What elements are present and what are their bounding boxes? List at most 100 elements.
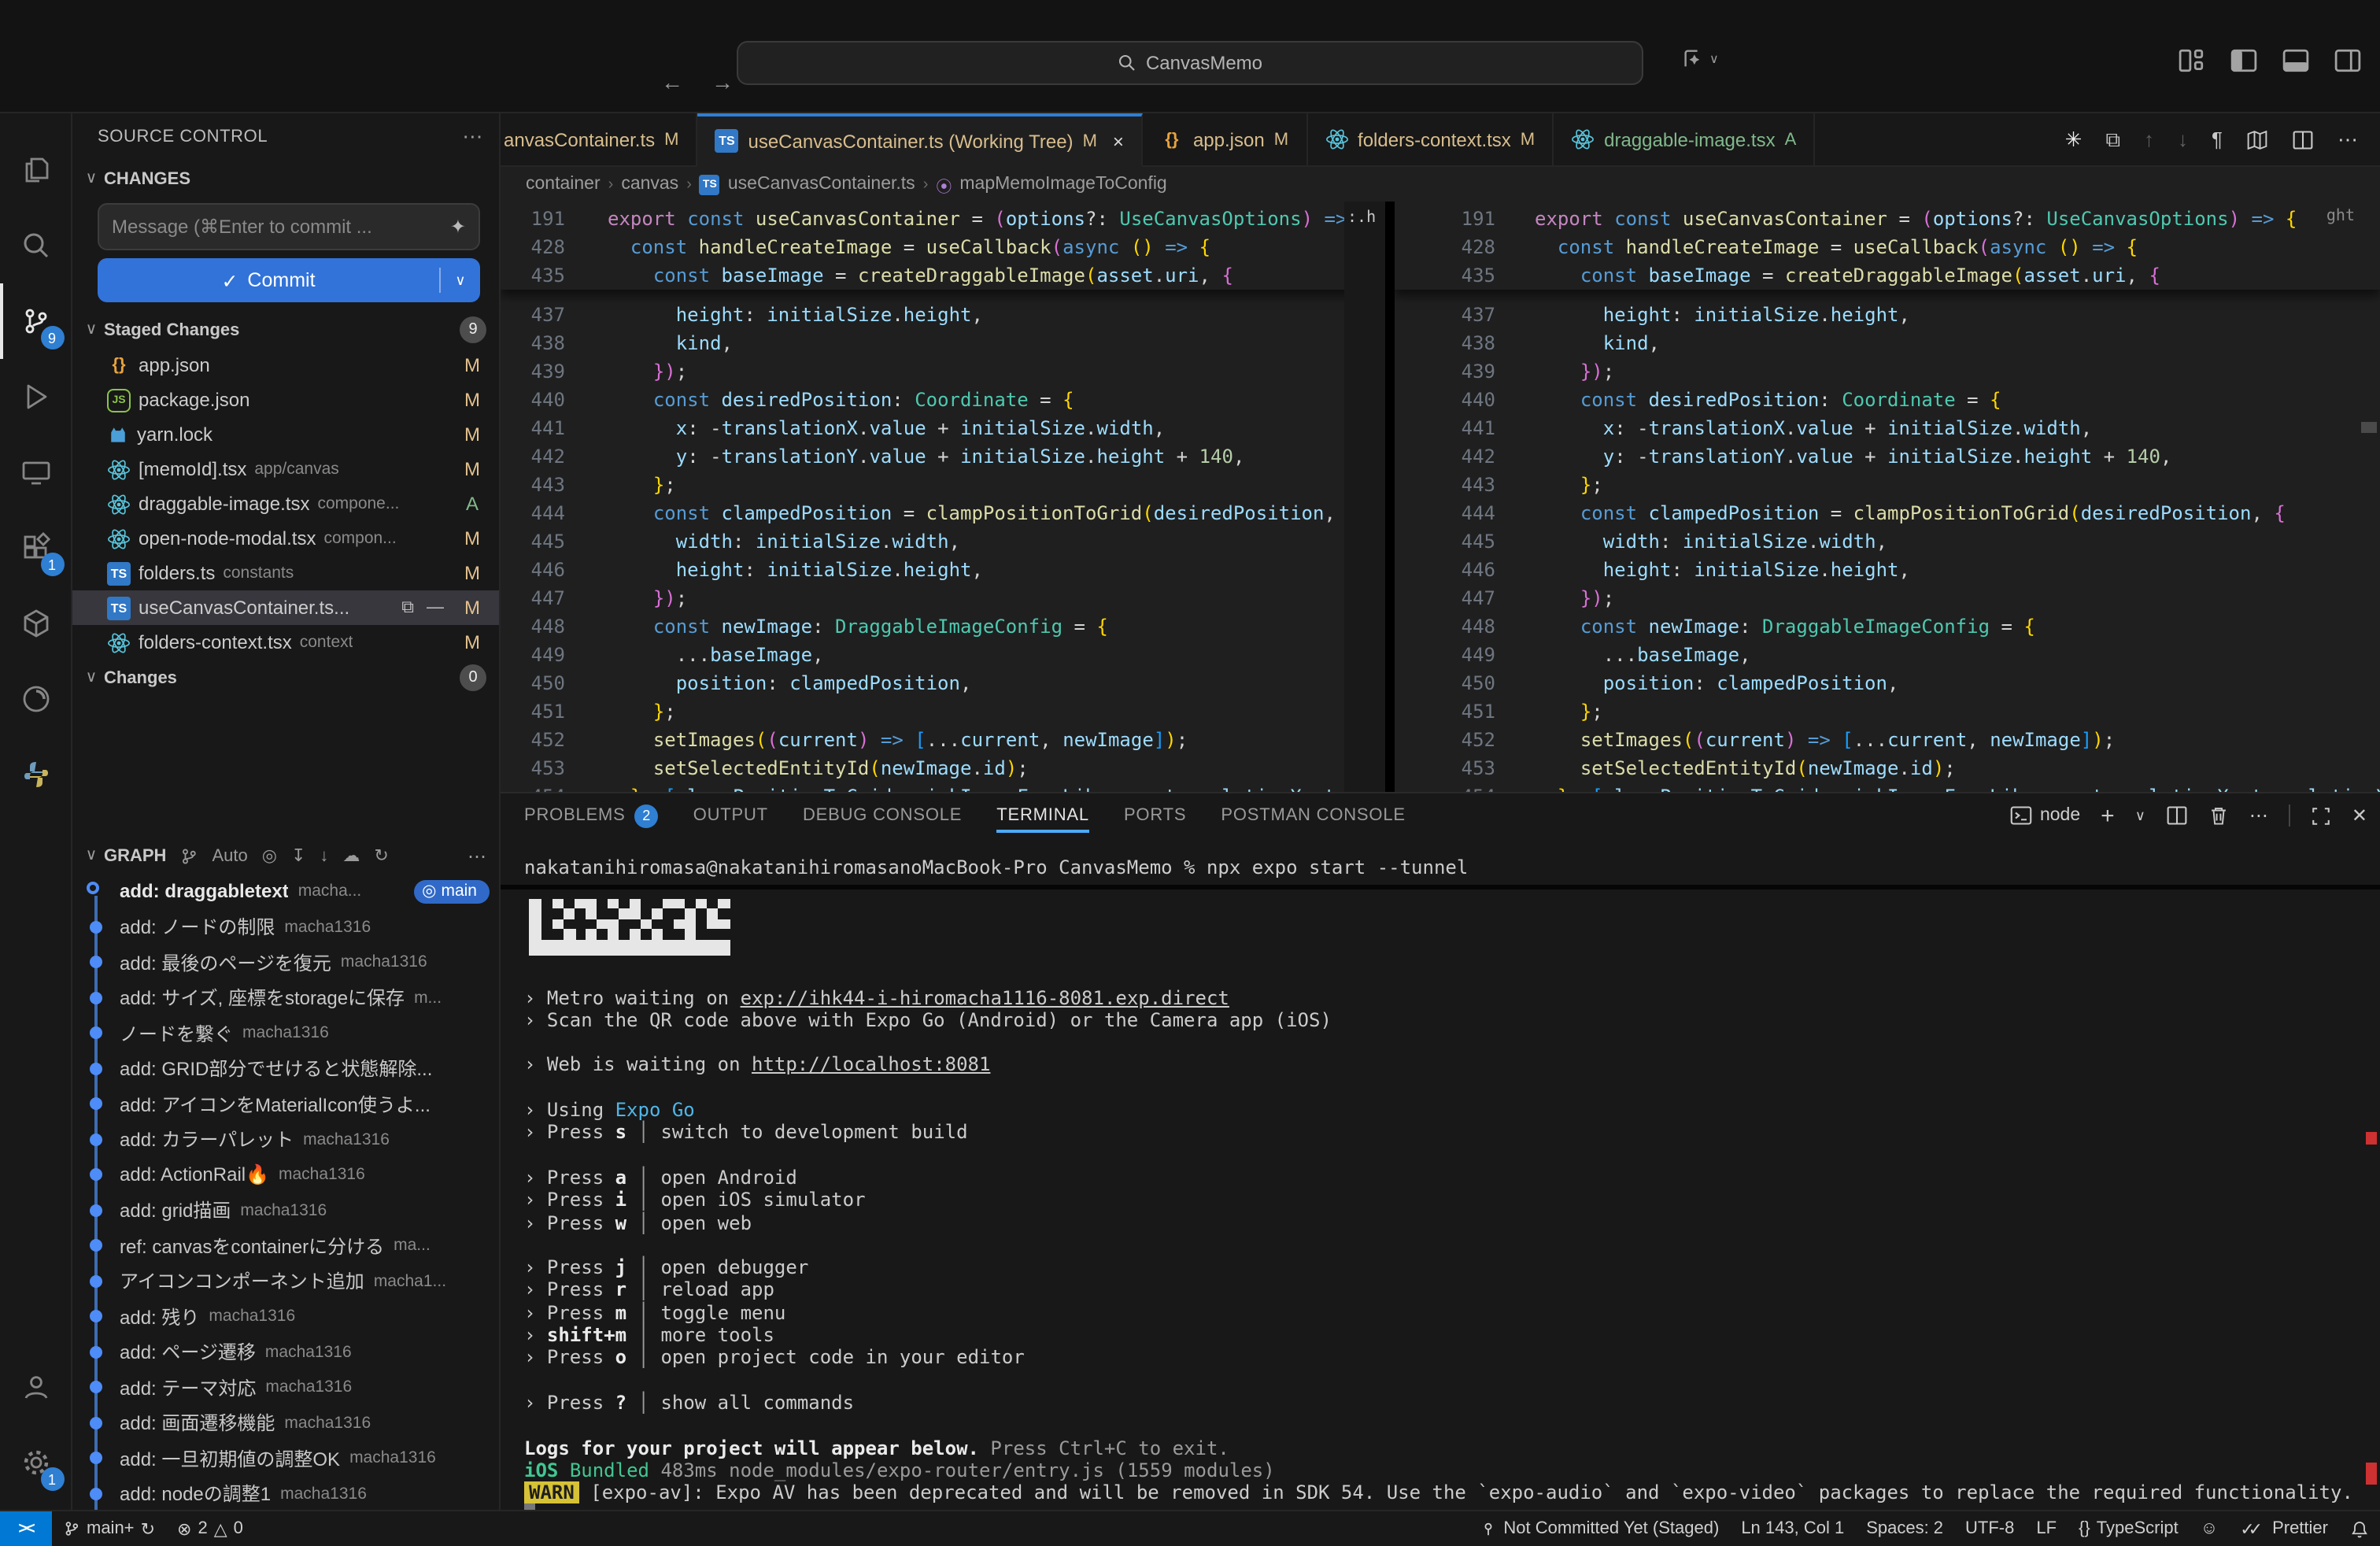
- panel-tab-postman-console[interactable]: POSTMAN CONSOLE: [1221, 793, 1406, 838]
- commit-row[interactable]: add: ページ遷移macha1316: [72, 1334, 499, 1370]
- panel-tab-output[interactable]: OUTPUT: [693, 793, 768, 838]
- commit-row[interactable]: add: ノードの制限macha1316: [72, 909, 499, 945]
- file-row[interactable]: JSpackage.jsonM: [72, 383, 499, 417]
- commit-row[interactable]: add: カラーパレットmacha1316: [72, 1122, 499, 1157]
- file-row[interactable]: open-node-modal.tsxcompon...M: [72, 521, 499, 556]
- more-icon[interactable]: ⋯: [2338, 127, 2358, 152]
- toggle-sidebar-icon[interactable]: [2230, 47, 2257, 74]
- split-editor-icon[interactable]: [2292, 128, 2314, 150]
- section-changes-top[interactable]: ∨ CHANGES: [72, 161, 499, 197]
- minimap[interactable]: ght: [2308, 202, 2358, 792]
- back-icon[interactable]: ←: [661, 69, 683, 94]
- branch-status[interactable]: main+ ↻: [52, 1511, 166, 1546]
- new-terminal-button[interactable]: +: [2101, 802, 2115, 829]
- commit-row[interactable]: add: 残りmacha1316: [72, 1299, 499, 1334]
- editor-scrollbar[interactable]: [2358, 202, 2380, 792]
- sidebar-item-extensions[interactable]: 1: [0, 510, 72, 586]
- sidebar-item-explorer[interactable]: [0, 132, 72, 208]
- tab-usecanvascontainer-ts-working-tree-[interactable]: TSuseCanvasContainer.ts (Working Tree)M×: [697, 113, 1142, 167]
- command-center-search[interactable]: CanvasMemo: [737, 41, 1643, 85]
- settings-button[interactable]: 1: [0, 1425, 72, 1500]
- sidebar-item-search[interactable]: [0, 208, 72, 283]
- copy-icon[interactable]: ⧉: [2105, 127, 2120, 152]
- panel-tab-debug-console[interactable]: DEBUG CONSOLE: [803, 793, 962, 838]
- arrow-down-icon[interactable]: ↓: [2178, 128, 2188, 151]
- feedback-smiley[interactable]: ☺: [2190, 1519, 2229, 1538]
- commit-row[interactable]: add: draggabletextmacha...◎main: [72, 874, 499, 909]
- section-graph[interactable]: ∨ GRAPH Auto ◎ ↧ ↓ ☁ ↻ ⋯: [72, 838, 499, 874]
- file-row[interactable]: {}app.jsonM: [72, 348, 499, 383]
- language-mode[interactable]: {} TypeScript: [2068, 1519, 2190, 1538]
- commit-row[interactable]: add: nodeの調整1macha1316: [72, 1476, 499, 1510]
- remote-indicator[interactable]: ><: [0, 1511, 52, 1546]
- file-row[interactable]: [memoId].tsxapp/canvasM: [72, 452, 499, 486]
- open-file-icon[interactable]: ⧉: [401, 597, 414, 618]
- fetch-icon[interactable]: ↧: [291, 845, 305, 866]
- section-changes[interactable]: ∨ Changes 0: [72, 660, 499, 696]
- customize-layout-icon[interactable]: [2179, 47, 2205, 74]
- commit-row[interactable]: add: テーマ対応macha1316: [72, 1370, 499, 1405]
- maximize-panel-icon[interactable]: [2311, 805, 2331, 826]
- file-row[interactable]: yarn.lockM: [72, 417, 499, 452]
- sparkle-icon[interactable]: ✦: [450, 216, 466, 238]
- commit-row[interactable]: アイコンコンポーネント追加macha1...: [72, 1263, 499, 1299]
- formatter-status[interactable]: ✓✓ Prettier: [2229, 1518, 2339, 1539]
- copilot-menu[interactable]: ∨: [1681, 47, 1719, 71]
- commit-row[interactable]: add: 一旦初期値の調整OKmacha1316: [72, 1441, 499, 1476]
- file-row[interactable]: TSfolders.tsconstantsM: [72, 556, 499, 590]
- notifications-bell[interactable]: [2339, 1518, 2380, 1539]
- tab-anvascontainer-ts[interactable]: anvasContainer.tsM: [501, 113, 697, 165]
- panel-tab-problems[interactable]: PROBLEMS2: [524, 793, 659, 838]
- split-terminal-icon[interactable]: [2166, 804, 2188, 827]
- toggle-panel-icon[interactable]: [2282, 47, 2309, 74]
- graph-auto-label[interactable]: Auto: [212, 846, 247, 865]
- sidebar-item-source-control[interactable]: 9: [0, 283, 72, 359]
- toggle-secondary-sidebar-icon[interactable]: [2334, 47, 2361, 74]
- sidebar-item-circle-tool[interactable]: [0, 661, 72, 737]
- commit-row[interactable]: ref: canvasをcontainerに分けるma...: [72, 1228, 499, 1263]
- commit-message-input[interactable]: [112, 216, 450, 238]
- panel-tab-terminal[interactable]: TERMINAL: [996, 793, 1089, 838]
- chevron-down-icon[interactable]: ∨: [2135, 807, 2145, 824]
- file-row[interactable]: folders-context.tsxcontextM: [72, 625, 499, 660]
- terminal-link[interactable]: exp://ihk44-i-hiromacha1116-8081.exp.dir…: [741, 986, 1229, 1008]
- tab-draggable-image-tsx[interactable]: draggable-image.tsxA: [1554, 113, 1815, 165]
- left-pane-overview-ruler[interactable]: :.h: [1344, 202, 1385, 792]
- commit-row[interactable]: add: サイズ, 座標をstorageに保存m...: [72, 980, 499, 1015]
- target-icon[interactable]: ◎: [262, 845, 277, 866]
- more-icon[interactable]: ⋯: [462, 124, 483, 150]
- cursor-position[interactable]: Ln 143, Col 1: [1730, 1519, 1855, 1538]
- commit-row[interactable]: ノードを繋ぐmacha1316: [72, 1015, 499, 1051]
- sidebar-item-run-debug[interactable]: [0, 359, 72, 435]
- sidebar-item-python[interactable]: [0, 737, 72, 812]
- diff-pane-original[interactable]: 191export const useCanvasContainer = (op…: [501, 202, 1385, 792]
- pilcrow-icon[interactable]: ¶: [2212, 128, 2223, 151]
- breadcrumb[interactable]: container› canvas› TS useCanvasContainer…: [501, 167, 2380, 202]
- terminal-link[interactable]: http://localhost:8081: [752, 1054, 990, 1076]
- commit-status[interactable]: Not Committed Yet (Staged): [1469, 1519, 1730, 1538]
- accounts-button[interactable]: [0, 1349, 72, 1425]
- cloud-upload-icon[interactable]: ☁: [342, 845, 360, 866]
- sidebar-item-containers[interactable]: [0, 586, 72, 661]
- commit-button[interactable]: ✓Commit ∨: [98, 258, 480, 302]
- commit-dropdown[interactable]: ∨: [439, 268, 480, 293]
- file-row[interactable]: TSuseCanvasContainer.ts...⧉—M: [72, 590, 499, 625]
- terminal-output[interactable]: nakatanihiromasa@nakatanihiromasanoMacBo…: [501, 838, 2380, 1510]
- arrow-up-icon[interactable]: ↑: [2144, 128, 2154, 151]
- section-staged-changes[interactable]: ∨ Staged Changes 9: [72, 312, 499, 348]
- editor-split-divider[interactable]: [1385, 202, 1395, 792]
- commit-row[interactable]: add: grid描画macha1316: [72, 1193, 499, 1228]
- openai-icon[interactable]: ✳: [2065, 127, 2082, 152]
- tab-app-json[interactable]: {}app.jsonM: [1143, 113, 1307, 165]
- panel-tab-ports[interactable]: PORTS: [1124, 793, 1186, 838]
- commit-row[interactable]: add: 最後のページを復元macha1316: [72, 945, 499, 980]
- commit-row[interactable]: add: ActionRail🔥macha1316: [72, 1157, 499, 1193]
- indentation[interactable]: Spaces: 2: [1855, 1519, 1954, 1538]
- pull-icon[interactable]: ↓: [320, 846, 328, 865]
- tab-folders-context-tsx[interactable]: folders-context.tsxM: [1307, 113, 1554, 165]
- refresh-icon[interactable]: ↻: [374, 845, 388, 866]
- close-icon[interactable]: ×: [1113, 130, 1124, 152]
- diff-pane-modified[interactable]: 191export const useCanvasContainer = (op…: [1395, 202, 2380, 792]
- branch-badge[interactable]: ◎main: [414, 880, 490, 904]
- unstage-icon[interactable]: —: [427, 597, 444, 618]
